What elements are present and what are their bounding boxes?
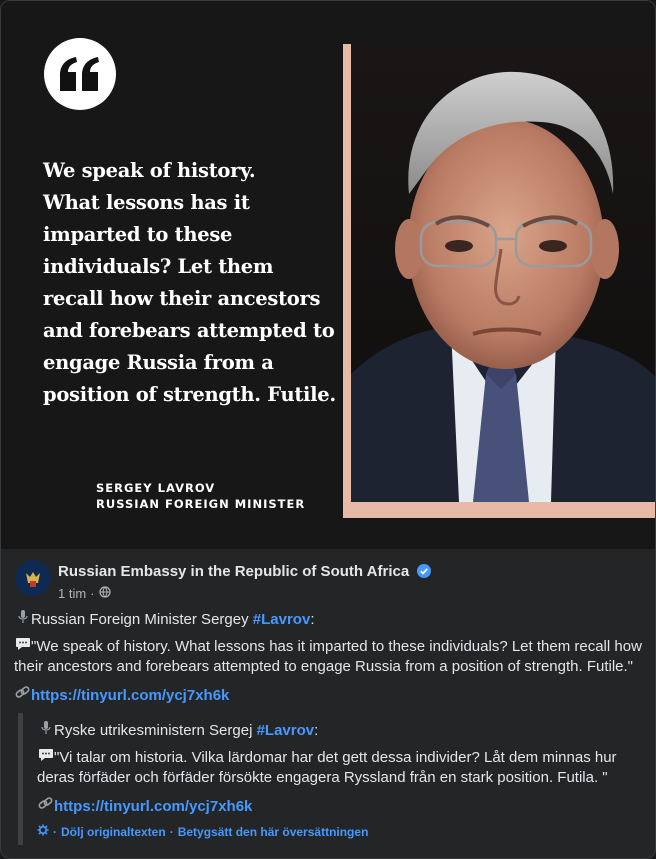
- signature-title: RUSSIAN FOREIGN MINISTER: [96, 497, 306, 511]
- portrait-photo: [351, 44, 655, 502]
- post-body: Russian Embassy in the Republic of South…: [1, 549, 655, 858]
- speech-bubble-icon: [14, 637, 31, 657]
- quote-body: "We speak of history. What lessons has i…: [14, 638, 642, 675]
- link-icon: [37, 796, 54, 817]
- translation-hashtag-link[interactable]: #Lavrov: [257, 722, 315, 739]
- meta-separator: ·: [90, 586, 95, 601]
- quote-line: and forebears attempted to: [43, 319, 335, 342]
- translation-quote-body: "Vi talar om historia. Vilka lärdomar ha…: [37, 749, 617, 786]
- colon-text: :: [310, 611, 315, 628]
- post-quote-paragraph: "We speak of history. What lessons has i…: [14, 637, 650, 677]
- signature-name: SERGEY LAVROV: [96, 481, 216, 495]
- post-meta: 1 tim ·: [58, 586, 111, 601]
- post-card: We speak of history. What lessons has it…: [0, 0, 656, 859]
- microphone-icon: [14, 609, 31, 630]
- translation-bar: [18, 713, 23, 845]
- page-name-link[interactable]: Russian Embassy in the Republic of South…: [58, 563, 432, 580]
- quote-image[interactable]: We speak of history. What lessons has it…: [1, 1, 655, 549]
- rate-translation-link[interactable]: Betygsätt den här översättningen: [178, 825, 369, 839]
- translation-quote-paragraph: "Vi talar om historia. Vilka lärdomar ha…: [37, 748, 647, 788]
- quote-line: engage Russia from a: [43, 351, 274, 374]
- translation-url-link[interactable]: https://tinyurl.com/ycj7xh6k: [54, 798, 252, 815]
- translation-footer: · Dölj originaltexten · Betygsätt den hä…: [37, 824, 368, 839]
- hide-original-link[interactable]: Dölj originaltexten: [61, 825, 166, 839]
- quote-line: individuals? Let them: [43, 255, 274, 278]
- microphone-icon: [37, 720, 54, 741]
- quote-text: We speak of history. What lessons has it…: [43, 155, 343, 411]
- translation-minister-text: Ryske utrikesministern Sergej: [54, 722, 257, 739]
- hashtag-link[interactable]: #Lavrov: [253, 611, 311, 628]
- link-icon: [14, 685, 31, 706]
- globe-icon[interactable]: [98, 586, 111, 601]
- footer-dot: ·: [53, 824, 57, 839]
- quote-icon: [44, 38, 116, 110]
- quote-line: What lessons has it: [43, 191, 250, 214]
- quote-line: recall how their ancestors: [43, 287, 321, 310]
- quote-line: position of strength. Futile.: [43, 383, 336, 406]
- footer-dot: ·: [169, 824, 174, 839]
- speech-bubble-icon: [37, 748, 54, 768]
- quote-line: imparted to these: [43, 223, 233, 246]
- minister-text: Russian Foreign Minister Sergey: [31, 611, 253, 628]
- page-name[interactable]: Russian Embassy in the Republic of South…: [58, 563, 409, 580]
- translation-line-minister: Ryske utrikesministern Sergej #Lavrov:: [37, 720, 647, 741]
- translation-link-line: https://tinyurl.com/ycj7xh6k: [37, 796, 647, 817]
- avatar[interactable]: [15, 560, 51, 596]
- post-link-line: https://tinyurl.com/ycj7xh6k: [14, 685, 650, 706]
- post-line-minister: Russian Foreign Minister Sergey #Lavrov:: [14, 609, 650, 630]
- post-time[interactable]: 1 tim: [58, 586, 86, 601]
- quote-line: We speak of history.: [43, 159, 256, 182]
- translate-gear-icon: [37, 824, 49, 839]
- translation-colon-text: :: [314, 722, 319, 739]
- signature: SERGEY LAVROV RUSSIAN FOREIGN MINISTER: [96, 480, 305, 512]
- post-url-link[interactable]: https://tinyurl.com/ycj7xh6k: [31, 687, 229, 704]
- verified-icon: [417, 564, 432, 578]
